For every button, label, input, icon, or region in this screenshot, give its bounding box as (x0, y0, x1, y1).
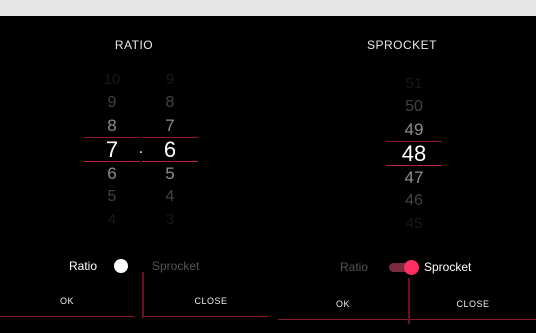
switch-thumb (404, 260, 419, 275)
picker-value: 4 (107, 211, 117, 228)
mode-toggle-row: Ratio Sprocket (268, 257, 536, 277)
mode-label-sprocket: Sprocket (424, 260, 472, 274)
picker-selected-value: 6 (142, 138, 198, 162)
close-button[interactable]: CLOSE (144, 286, 278, 317)
picker-value: 3 (165, 211, 175, 228)
sprocket-picker[interactable]: 51 50 49 48 47 46 45 (386, 72, 442, 235)
sprocket-dialog: SPROCKET 51 50 49 48 47 46 45 Ratio Spro… (268, 16, 536, 333)
picker-value: 10 (103, 71, 121, 88)
picker-value: 6 (107, 164, 117, 183)
picker-value: 8 (165, 94, 175, 111)
mode-toggle-row: Ratio Sprocket (0, 256, 268, 276)
ratio-denominator-picker[interactable]: 9 8 7 6 5 4 3 (142, 68, 198, 231)
dialog-title: SPROCKET (366, 38, 437, 52)
picker-value: 9 (165, 71, 175, 88)
picker-value: 8 (84, 114, 140, 138)
picker-value: 47 (404, 168, 424, 187)
picker-value: 9 (107, 94, 117, 111)
ok-button[interactable]: OK (0, 286, 134, 317)
picker-value: 46 (405, 192, 423, 209)
picker-value: 5 (107, 188, 117, 205)
picker-selected-value: 48 (386, 142, 442, 166)
mode-label-ratio: Ratio (69, 259, 98, 273)
mode-switch[interactable] (389, 260, 419, 275)
picker-value: 51 (405, 75, 423, 92)
picker-value: 4 (165, 188, 175, 205)
mode-label-ratio: Ratio (340, 260, 369, 274)
close-button[interactable]: CLOSE (410, 289, 536, 320)
picker-value: 50 (405, 98, 423, 115)
ok-button[interactable]: OK (278, 289, 408, 320)
ratio-dialog: RATIO 10 9 8 7 6 5 4 . 9 8 7 6 5 4 3 Rat… (0, 16, 278, 333)
picker-value: 5 (165, 164, 175, 183)
mode-switch[interactable] (114, 259, 128, 273)
picker-value: 7 (142, 114, 198, 138)
picker-value: 49 (386, 118, 442, 142)
dialog-title: RATIO (114, 38, 154, 52)
status-bar (0, 0, 536, 16)
mode-label-sprocket: Sprocket (152, 259, 200, 273)
picker-value: 45 (405, 215, 423, 232)
